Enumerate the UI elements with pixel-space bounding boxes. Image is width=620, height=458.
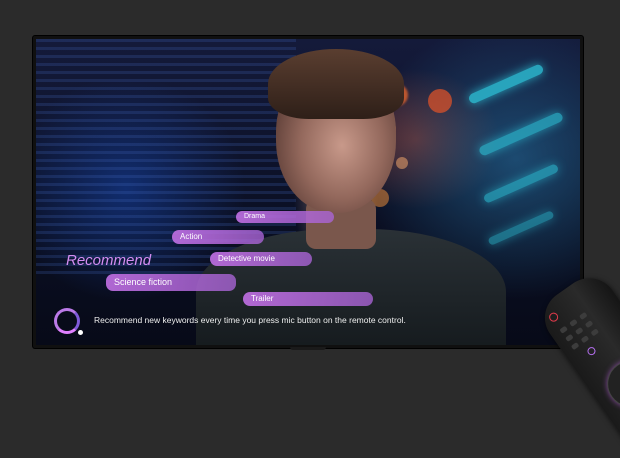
remote-key (584, 320, 594, 329)
remote-key (580, 335, 590, 344)
voice-assistant-icon (54, 308, 80, 334)
person-hair (268, 49, 404, 119)
remote-key (569, 318, 578, 327)
tv-stand (290, 347, 326, 350)
voice-indicator-dot (78, 330, 83, 335)
neon-light (477, 111, 565, 157)
keyword-chip-detective-movie[interactable]: Detective movie (210, 252, 312, 266)
power-button-icon (547, 310, 560, 324)
tv-screen: Recommend Drama Action Detective movie S… (36, 39, 580, 345)
keyword-chip-drama[interactable]: Drama (236, 211, 334, 223)
remote-key (579, 311, 588, 320)
remote-key (574, 326, 584, 336)
remote-key (565, 333, 574, 342)
mic-button-icon (585, 345, 598, 357)
recommend-heading: Recommend (66, 252, 152, 269)
info-text: Recommend new keywords every time you pr… (94, 315, 406, 325)
keyword-chip-trailer[interactable]: Trailer (243, 292, 373, 306)
neon-light (482, 163, 560, 204)
keyword-chip-action[interactable]: Action (172, 230, 264, 244)
remote-key (559, 325, 568, 334)
remote-key (590, 328, 600, 337)
keyword-chip-science-fiction[interactable]: Science fiction (106, 274, 236, 291)
neon-light (487, 210, 555, 246)
bokeh-light (428, 89, 452, 113)
bokeh-light (396, 157, 408, 169)
tv-frame: Recommend Drama Action Detective movie S… (33, 36, 583, 348)
neon-light (467, 63, 545, 105)
remote-key (570, 342, 580, 351)
remote-wheel (598, 351, 620, 416)
